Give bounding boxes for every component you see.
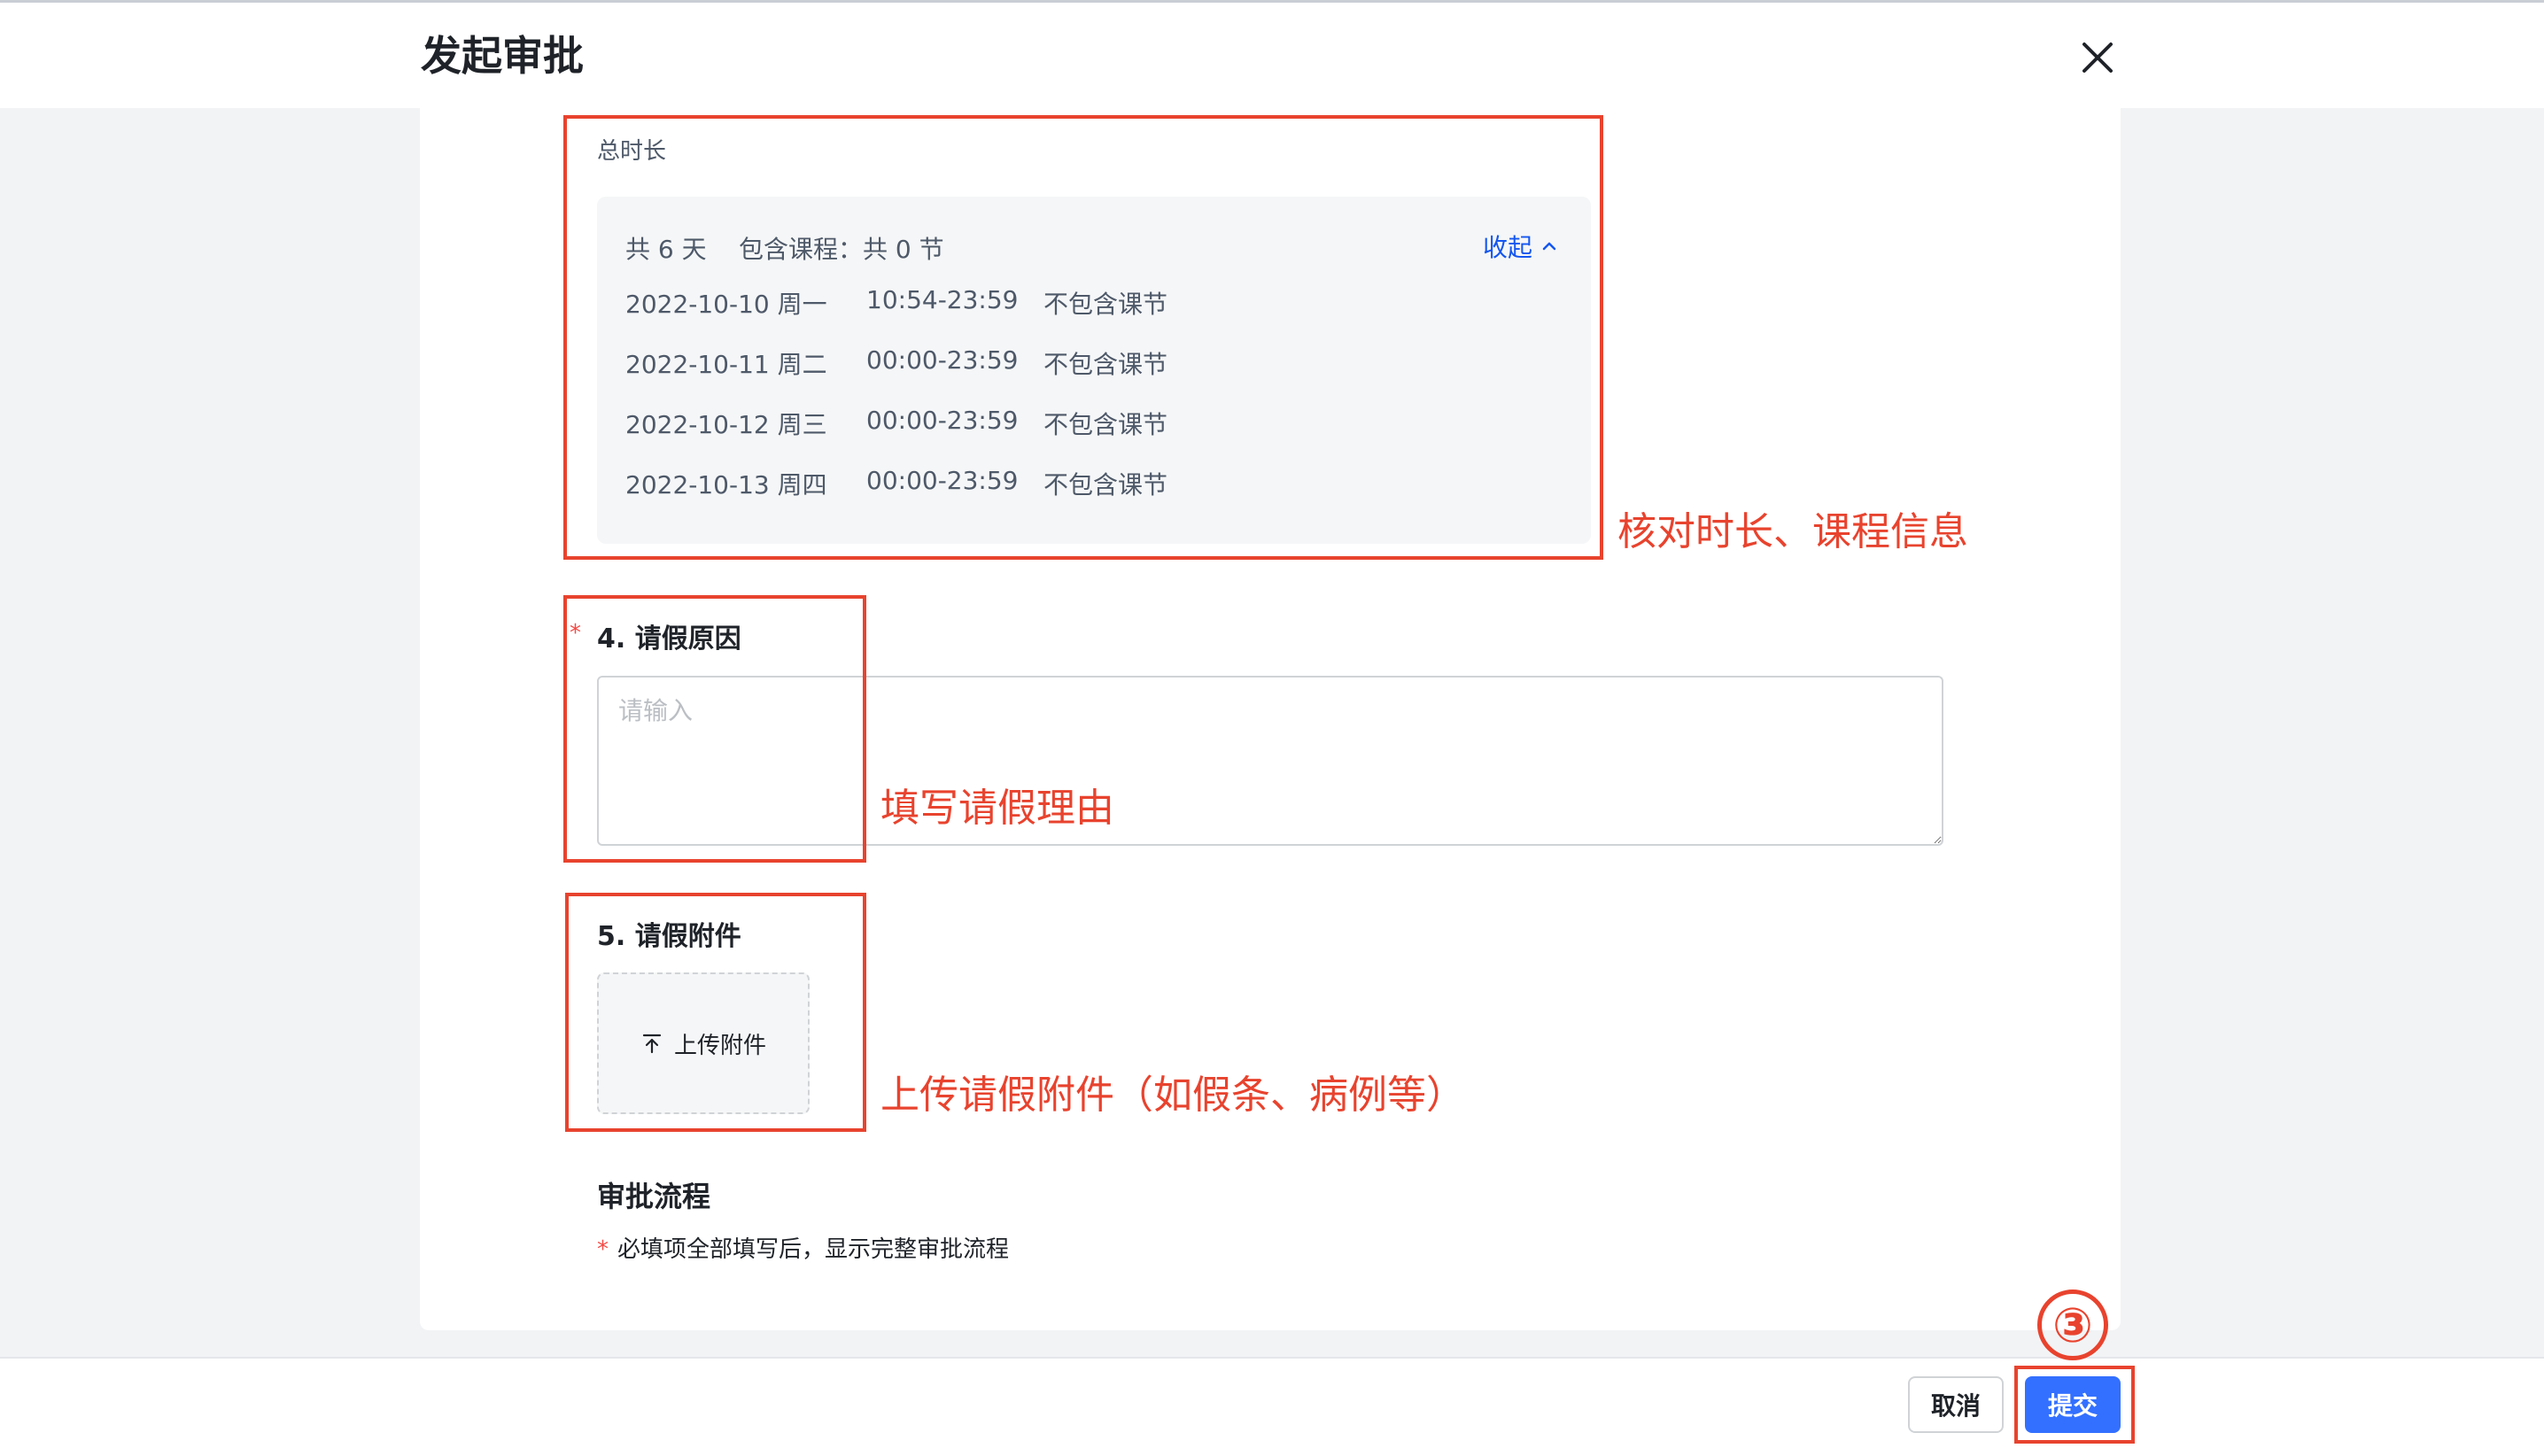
annotation-box-attachment xyxy=(565,893,866,1132)
annotation-reason-note: 填写请假理由 xyxy=(880,786,1114,831)
annotation-box-duration xyxy=(563,115,1603,560)
annotation-box-submit xyxy=(2014,1366,2135,1444)
close-button[interactable] xyxy=(2076,36,2119,79)
approval-flow-title: 审批流程 xyxy=(597,1180,711,1213)
annotation-box-reason xyxy=(563,595,866,863)
cancel-button[interactable]: 取消 xyxy=(1908,1376,2004,1433)
approval-flow-note: * 必填项全部填写后，显示完整审批流程 xyxy=(597,1231,1009,1264)
close-icon xyxy=(2083,43,2113,73)
dialog-title: 发起审批 xyxy=(421,32,584,80)
dialog-footer xyxy=(0,1357,2544,1456)
dialog-header: 发起审批 xyxy=(0,3,2544,108)
required-mark: * xyxy=(597,1236,609,1263)
annotation-attachment-note: 上传请假附件（如假条、病例等） xyxy=(880,1073,1465,1118)
approval-flow-note-text: 必填项全部填写后，显示完整审批流程 xyxy=(617,1236,1010,1263)
annotation-step-badge: ③ xyxy=(2037,1289,2108,1360)
annotation-duration-note: 核对时长、课程信息 xyxy=(1617,509,1968,554)
